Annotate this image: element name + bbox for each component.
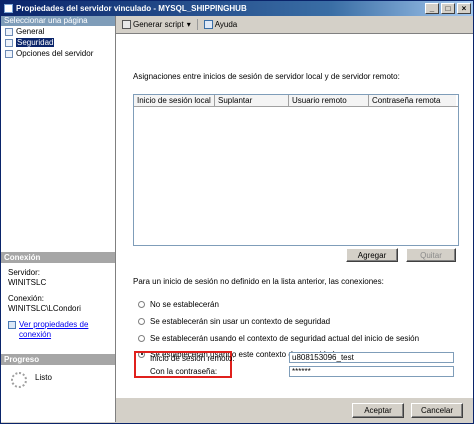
progress-spinner-icon — [11, 372, 27, 388]
page-icon — [5, 27, 13, 36]
remote-login-label: Inicio de sesión remoto: — [150, 354, 235, 363]
password-input[interactable]: ****** — [289, 366, 454, 377]
column-impersonate[interactable]: Suplantar — [215, 95, 289, 106]
password-label: Con la contraseña: — [150, 367, 218, 376]
server-value: WINITSLC — [8, 278, 47, 287]
dialog-window: Propiedades del servidor vinculado - MYS… — [0, 0, 474, 424]
login-mappings-grid[interactable]: Inicio de sesión local Suplantar Usuario… — [133, 94, 459, 246]
radio-circle[interactable] — [138, 334, 145, 342]
remove-button[interactable]: Quitar — [406, 248, 456, 262]
link-line-2[interactable]: conexión — [19, 330, 88, 340]
link-line-1[interactable]: Ver propiedades de — [19, 320, 88, 330]
progress-status: Listo — [35, 373, 52, 382]
properties-icon — [8, 321, 16, 329]
radio-label: Se establecerán sin usar un contexto de … — [150, 316, 331, 326]
sidebar-item-general[interactable]: General — [1, 26, 115, 37]
radio-circle[interactable] — [138, 300, 145, 308]
chevron-down-icon[interactable]: ▾ — [187, 20, 191, 29]
add-button[interactable]: Agregar — [346, 248, 398, 262]
connection-header: Conexión — [1, 252, 115, 263]
column-remote-password[interactable]: Contraseña remota — [369, 95, 456, 106]
title-bar[interactable]: Propiedades del servidor vinculado - MYS… — [1, 1, 473, 16]
grid-header: Inicio de sesión local Suplantar Usuario… — [134, 95, 458, 107]
radio-label: No se establecerán — [150, 299, 219, 309]
radio-label: Se establecerán usando el contexto de se… — [150, 333, 420, 343]
minimize-button[interactable]: _ — [425, 3, 439, 14]
sidebar-item-security[interactable]: Seguridad — [1, 37, 115, 48]
radio-without-security-context[interactable]: Se establecerán sin usar un contexto de … — [138, 316, 330, 326]
radio-circle[interactable] — [138, 317, 145, 325]
server-label: Servidor: — [8, 268, 41, 277]
ok-button[interactable]: Aceptar — [352, 403, 404, 418]
radio-not-made[interactable]: No se establecerán — [138, 299, 219, 309]
sidebar-item-label: Seguridad — [16, 38, 55, 47]
mappings-label: Asignaciones entre inicios de sesión de … — [133, 72, 400, 81]
sidebar-item-server-options[interactable]: Opciones del servidor — [1, 48, 115, 59]
left-pane: Seleccionar una página General Seguridad… — [1, 16, 116, 422]
unmapped-logins-label: Para un inicio de sesión no definido en … — [133, 277, 384, 286]
generate-script-button[interactable]: Generar script ▾ — [122, 19, 191, 29]
connection-label: Conexión: — [8, 294, 45, 303]
connection-value: WINITSLC\LCondori — [8, 304, 81, 313]
progress-header: Progreso — [1, 354, 115, 365]
help-button[interactable]: Ayuda — [203, 19, 238, 29]
remote-login-input[interactable]: u808153096_test — [289, 352, 454, 363]
page-icon — [5, 38, 13, 47]
window-title: Propiedades del servidor vinculado - MYS… — [16, 4, 247, 13]
radio-current-security-context[interactable]: Se establecerán usando el contexto de se… — [138, 333, 419, 343]
connection-section: Conexión Servidor: WINITSLC Conexión: WI… — [1, 252, 115, 340]
dialog-footer: Aceptar Cancelar — [116, 398, 473, 422]
select-page-header: Seleccionar una página — [1, 16, 115, 26]
generate-script-label: Generar script — [133, 19, 184, 29]
sidebar-item-label: General — [16, 27, 45, 36]
right-pane: Generar script ▾ Ayuda Asignaciones entr… — [116, 16, 473, 422]
cancel-button[interactable]: Cancelar — [411, 403, 463, 418]
sidebar-item-label: Opciones del servidor — [16, 49, 94, 58]
script-icon — [122, 19, 131, 29]
view-connection-properties-link[interactable]: Ver propiedades de conexión — [1, 320, 115, 340]
progress-section: Progreso Listo — [1, 354, 115, 388]
column-local-login[interactable]: Inicio de sesión local — [134, 95, 215, 106]
column-remote-user[interactable]: Usuario remoto — [289, 95, 369, 106]
maximize-button[interactable]: □ — [441, 3, 455, 14]
toolbar-separator — [196, 18, 198, 30]
page-icon — [5, 49, 13, 58]
help-label: Ayuda — [214, 19, 238, 29]
toolbar: Generar script ▾ Ayuda — [116, 16, 473, 32]
server-icon — [4, 4, 13, 13]
security-page-content: Asignaciones entre inicios de sesión de … — [116, 33, 473, 398]
close-button[interactable]: × — [457, 3, 471, 14]
help-icon — [203, 19, 213, 29]
